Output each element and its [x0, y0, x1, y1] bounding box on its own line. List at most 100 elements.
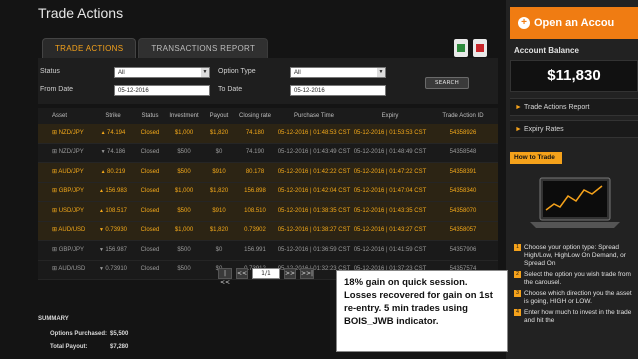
summary-payout: Total Payout: $7,280	[38, 340, 128, 353]
how-to-steps: 1 Choose your option type: Spread High/Lo…	[514, 244, 638, 328]
sidebar-link-label: Expiry Rates	[524, 126, 564, 133]
asset-value: AUD/JPY	[58, 168, 84, 175]
expiry-cell: 05-12-2016 | 01:47:22 CST	[353, 168, 427, 175]
option-type-label: Option Type	[218, 68, 256, 75]
payout-cell: $1,820	[209, 227, 229, 234]
col-asset: Asset	[52, 112, 68, 119]
trade-action-id-cell: 54358340	[449, 188, 477, 195]
status-cell: Closed	[140, 168, 160, 175]
asset-cell: ⊞ USD/JPY	[38, 208, 90, 215]
step-2: 2 Select the option you wish trade from t…	[514, 271, 638, 287]
search-button[interactable]: SEARCH	[425, 77, 469, 89]
table-row[interactable]: ⊞ AUD/JPY ▲ 80.219 Closed $500 $910 80.178 05-…	[38, 163, 498, 183]
last-page-button[interactable]: >>|	[300, 268, 314, 279]
closing-rate-cell: 156.898	[244, 188, 266, 195]
col-closing-rate: Closing rate	[238, 112, 271, 119]
step-number: 2	[514, 271, 521, 278]
asset-value: AUD/USD	[58, 227, 86, 234]
tab-bar: TRADE ACTIONS TRANSACTIONS REPORT	[42, 38, 269, 58]
investment-cell: $500	[177, 168, 191, 175]
purchase-time-cell: 05-12-2016 | 01:38:35 CST	[277, 207, 351, 214]
open-account-button[interactable]: + Open an Accou	[510, 7, 638, 39]
open-account-label: Open an Accou	[534, 17, 615, 29]
status-cell: Closed	[140, 207, 160, 214]
step-text: Choose which direction you the asset is …	[524, 290, 632, 305]
asset-cell: ⊞ NZD/JPY	[38, 149, 90, 156]
strike-value: 156.987	[105, 246, 128, 253]
strike-cell: ▲ 156.983	[90, 188, 136, 195]
table-row[interactable]: ⊞ USD/JPY ▲ 108.517 Closed $500 $910 108.510 0…	[38, 202, 498, 222]
status-value: All	[118, 69, 125, 76]
payout-cell: $910	[212, 207, 226, 214]
investment-cell: $500	[177, 207, 191, 214]
pagination: |<< << 1/1 >> >>|	[218, 268, 314, 286]
annotation-callout: 18% gain on quick session. Losses recove…	[336, 270, 508, 352]
option-type-value: All	[294, 69, 301, 76]
step-3: 3 Choose which direction you the asset is…	[514, 290, 638, 306]
purchased-value: $5,500	[110, 330, 129, 337]
step-1: 1 Choose your option type: Spread High/Lo…	[514, 244, 638, 268]
table-row[interactable]: ⊞ GBP/JPY ▼ 156.987 Closed $500 $0 156.991 05-…	[38, 241, 498, 261]
status-cell: Closed	[140, 149, 160, 156]
asset-value: NZD/JPY	[58, 149, 84, 156]
status-cell: Closed	[140, 188, 160, 195]
first-page-button[interactable]: |<<	[218, 268, 232, 286]
sidebar-link-label: Trade Actions Report	[524, 104, 590, 111]
tab-trade-actions[interactable]: TRADE ACTIONS	[42, 38, 137, 58]
option-type-select[interactable]: All ▼	[290, 67, 386, 78]
chevron-down-icon: ▼	[377, 68, 385, 77]
payout-cell: $910	[212, 168, 226, 175]
sidebar-link-expiry-rates[interactable]: ► Expiry Rates	[510, 120, 638, 138]
payout-label: Total Payout:	[50, 343, 88, 350]
expiry-cell: 05-12-2016 | 01:47:04 CST	[353, 188, 427, 195]
investment-cell: $500	[177, 246, 191, 253]
laptop-image	[530, 177, 620, 228]
strike-value: 74.194	[106, 129, 126, 136]
plus-icon: +	[518, 17, 530, 29]
account-balance-value: $11,830	[510, 60, 638, 92]
to-date-input[interactable]: 05-12-2016	[290, 85, 386, 96]
strike-value: 74.186	[106, 149, 126, 156]
prev-page-button[interactable]: <<	[236, 268, 248, 279]
table-row[interactable]: ⊞ GBP/JPY ▲ 156.983 Closed $1,000 $1,820 156.…	[38, 182, 498, 202]
strike-value: 0.73930	[105, 227, 128, 234]
tab-transactions-report[interactable]: TRANSACTIONS REPORT	[138, 38, 269, 58]
table-body: ⊞ NZD/JPY ▲ 74.194 Closed $1,000 $1,820 74.18…	[38, 124, 498, 280]
closing-rate-cell: 108.510	[244, 207, 266, 214]
investment-cell: $500	[177, 266, 191, 273]
excel-export-icon[interactable]	[454, 39, 468, 57]
account-balance-label: Account Balance	[514, 46, 579, 55]
trade-action-id-cell: 54358926	[449, 129, 477, 136]
asset-value: AUD/USD	[58, 266, 86, 273]
from-date-input[interactable]: 05-12-2016	[114, 85, 210, 96]
col-expiry: Expiry	[381, 112, 399, 119]
table-row[interactable]: ⊞ AUD/USD ▼ 0.73930 Closed $1,000 $1,820 0.73…	[38, 221, 498, 241]
closing-rate-cell: 74.180	[245, 129, 265, 136]
payout-cell: $1,820	[209, 188, 229, 195]
next-page-button[interactable]: >>	[284, 268, 296, 279]
table-row[interactable]: ⊞ NZD/JPY ▲ 74.194 Closed $1,000 $1,820 74.18…	[38, 124, 498, 144]
page-input[interactable]: 1/1	[252, 268, 280, 279]
status-cell: Closed	[140, 246, 160, 253]
table-header: Asset Strike Status Investment Payout Cl…	[38, 108, 498, 124]
expiry-cell: 05-12-2016 | 01:41:59 CST	[353, 246, 427, 253]
asset-cell: ⊞ AUD/USD	[38, 266, 90, 273]
status-cell: Closed	[140, 129, 160, 136]
expiry-cell: 05-12-2016 | 01:53:53 CST	[353, 129, 427, 136]
purchase-time-cell: 05-12-2016 | 01:36:59 CST	[277, 246, 351, 253]
col-status: Status	[141, 112, 159, 119]
sidebar-link-trade-actions-report[interactable]: ► Trade Actions Report	[510, 98, 638, 116]
status-label: Status	[40, 68, 60, 75]
table-row[interactable]: ⊞ NZD/JPY ▼ 74.186 Closed $500 $0 74.190 05-12…	[38, 143, 498, 163]
how-to-trade-tab[interactable]: How to Trade	[510, 152, 562, 164]
trade-action-id-cell: 54358548	[449, 149, 477, 156]
closing-rate-cell: 0.73902	[244, 227, 266, 234]
asset-icon: ⊞	[52, 129, 59, 136]
col-payout: Payout	[209, 112, 229, 119]
strike-cell: ▼ 74.186	[90, 149, 136, 156]
status-select[interactable]: All ▼	[114, 67, 210, 78]
asset-value: USD/JPY	[58, 207, 85, 214]
pdf-export-icon[interactable]	[473, 39, 487, 57]
strike-cell: ▼ 0.73930	[90, 227, 136, 234]
asset-value: GBP/JPY	[58, 188, 85, 195]
